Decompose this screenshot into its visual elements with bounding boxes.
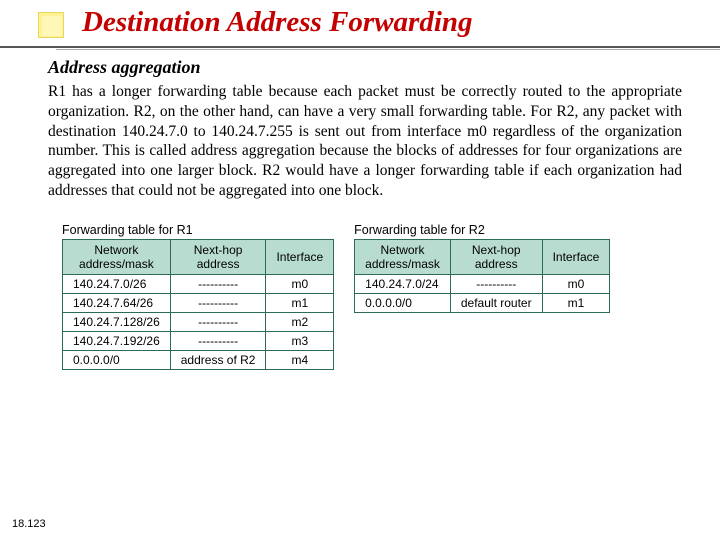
table-row: 0.0.0.0/0default routerm1	[355, 293, 610, 312]
title-underline	[0, 46, 720, 48]
table-r2-grid: Networkaddress/mask Next-hopaddress Inte…	[354, 239, 610, 313]
table-row: 140.24.7.0/24----------m0	[355, 274, 610, 293]
page-title: Destination Address Forwarding	[82, 6, 473, 39]
table-r2-caption: Forwarding table for R2	[354, 223, 610, 237]
body-paragraph: R1 has a longer forwarding table because…	[48, 82, 682, 201]
page-number: 18.123	[12, 518, 46, 530]
title-bullet-icon	[38, 12, 64, 38]
table-row: 140.24.7.64/26----------m1	[63, 293, 334, 312]
th-interface: Interface	[266, 239, 334, 274]
table-r1-caption: Forwarding table for R1	[62, 223, 334, 237]
title-underline-secondary	[56, 49, 720, 50]
table-row: 140.24.7.0/26----------m0	[63, 274, 334, 293]
th-nexthop: Next-hopaddress	[450, 239, 542, 274]
table-row: 140.24.7.192/26----------m3	[63, 331, 334, 350]
th-network: Networkaddress/mask	[63, 239, 171, 274]
table-r1-grid: Networkaddress/mask Next-hopaddress Inte…	[62, 239, 334, 370]
th-interface: Interface	[542, 239, 610, 274]
subtitle: Address aggregation	[48, 57, 720, 78]
th-network: Networkaddress/mask	[355, 239, 451, 274]
table-r2: Forwarding table for R2 Networkaddress/m…	[354, 223, 610, 370]
table-r1: Forwarding table for R1 Networkaddress/m…	[62, 223, 334, 370]
table-row: 0.0.0.0/0address of R2m4	[63, 350, 334, 369]
table-row: 140.24.7.128/26----------m2	[63, 312, 334, 331]
th-nexthop: Next-hopaddress	[170, 239, 266, 274]
